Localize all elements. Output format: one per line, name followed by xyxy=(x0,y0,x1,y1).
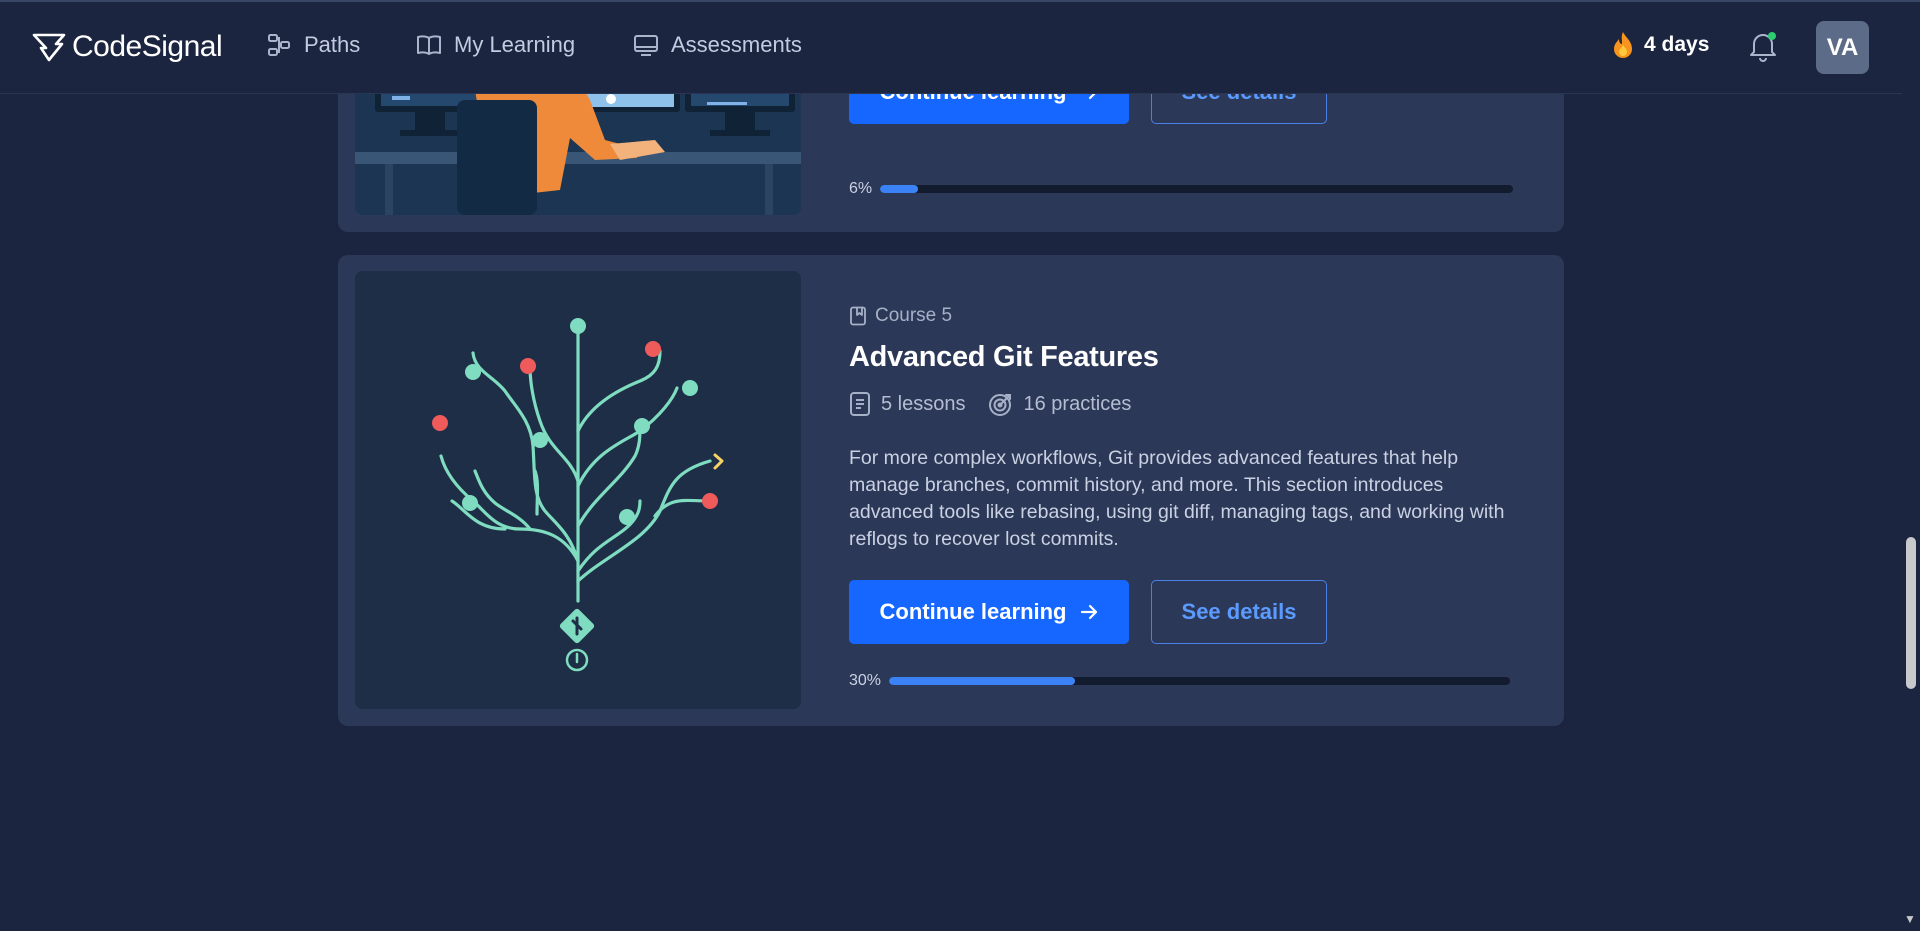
course-description: For more complex workflows, Git provides… xyxy=(849,447,1505,550)
lessons-label: 5 lessons xyxy=(881,392,966,415)
continue-learning-label: Continue learning xyxy=(879,599,1067,624)
bookmark-book-icon xyxy=(850,306,866,326)
streak-label: 4 days xyxy=(1644,33,1710,56)
codesignal-logo-icon xyxy=(32,33,66,62)
notifications-button[interactable] xyxy=(1748,30,1778,67)
nav-assessments[interactable]: Assessments xyxy=(633,32,802,58)
practices-count: 16 practices xyxy=(988,391,1132,417)
document-icon xyxy=(850,392,870,416)
scrollbar-thumb[interactable] xyxy=(1906,537,1916,689)
avatar[interactable]: VA xyxy=(1816,21,1869,74)
arrow-right-icon xyxy=(1080,604,1097,620)
see-details-button[interactable]: See details xyxy=(1151,580,1327,644)
progress-fill xyxy=(889,677,1076,685)
course-title[interactable]: Advanced Git Features xyxy=(849,341,1159,374)
course-number-label: Course 5 xyxy=(875,305,953,326)
nav-paths-label: Paths xyxy=(304,32,361,57)
scroll-down-arrow[interactable]: ▼ xyxy=(1904,912,1916,926)
course-meta: 5 lessons 16 practices xyxy=(849,391,1131,417)
top-navbar: CodeSignal Paths My Learning Assessments… xyxy=(0,0,1902,94)
nav-my-learning[interactable]: My Learning xyxy=(416,32,575,58)
see-details-label: See details xyxy=(1181,599,1297,624)
practices-label: 16 practices xyxy=(1023,392,1132,415)
progress-track xyxy=(889,677,1511,685)
progress-bar: 6% xyxy=(849,180,1514,198)
target-icon xyxy=(988,394,1011,416)
paths-icon xyxy=(268,34,290,56)
progress-bar: 30% xyxy=(849,672,1511,690)
course-number-tag: Course 5 xyxy=(849,305,952,327)
progress-track xyxy=(880,185,1514,193)
progress-fill xyxy=(880,185,919,193)
monitor-icon xyxy=(634,35,658,56)
nav-my-learning-label: My Learning xyxy=(454,32,576,57)
progress-percent: 30% xyxy=(849,672,882,689)
continue-learning-button[interactable]: Continue learning xyxy=(849,580,1129,644)
page-scrollbar[interactable] xyxy=(1902,0,1920,931)
flame-icon xyxy=(1614,32,1632,58)
codesignal-logo[interactable]: CodeSignal xyxy=(32,30,223,64)
streak-indicator[interactable]: 4 days xyxy=(1612,31,1709,59)
lessons-count: 5 lessons xyxy=(849,391,966,417)
course-card-5: Course 5 Advanced Git Features 5 lessons… xyxy=(338,255,1564,726)
nav-assessments-label: Assessments xyxy=(671,32,802,57)
course-illustration-git-tree xyxy=(355,271,801,709)
window-top-border xyxy=(0,0,1920,2)
brand-name: CodeSignal xyxy=(72,30,223,63)
book-open-icon xyxy=(417,35,441,55)
nav-paths[interactable]: Paths xyxy=(266,32,360,58)
progress-percent: 6% xyxy=(849,180,873,197)
bell-icon xyxy=(1750,32,1776,62)
